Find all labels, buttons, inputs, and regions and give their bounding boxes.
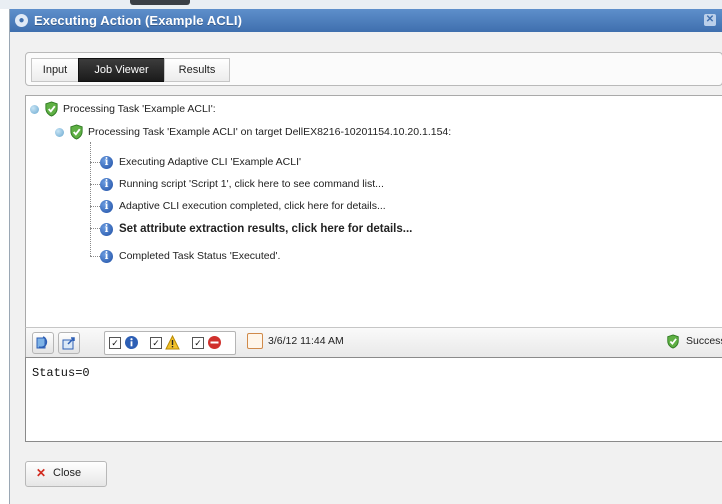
tree-connector [90,206,100,207]
info-icon: i [100,222,113,236]
message-text: Completed Task Status 'Executed'. [119,250,281,262]
tab-input[interactable]: Input [31,58,79,82]
close-icon[interactable]: ✕ [704,14,716,26]
message-row[interactable]: i Completed Task Status 'Executed'. [100,247,280,265]
error-filter-checkbox[interactable]: ✓ [192,337,204,349]
collapse-toggle-icon[interactable] [30,104,39,114]
info-filter-checkbox[interactable]: ✓ [109,337,121,349]
message-link-text[interactable]: Adaptive CLI execution completed, click … [119,200,386,212]
close-button[interactable]: ✕ Close [25,461,107,487]
success-shield-icon [667,334,679,349]
calendar-icon [247,333,263,349]
message-row[interactable]: i Executing Adaptive CLI 'Example ACLI' [100,153,301,171]
export-icon [62,337,75,350]
output-panel[interactable]: Status=0 [25,357,722,442]
tree-root-item[interactable]: Processing Task 'Example ACLI': [30,100,216,118]
success-shield-icon [45,101,58,117]
collapse-toggle-icon[interactable] [55,127,64,137]
error-icon [208,336,221,349]
message-text: Executing Adaptive CLI 'Example ACLI' [119,156,302,168]
close-button-label: Close [53,467,82,479]
tree-child-item[interactable]: Processing Task 'Example ACLI' on target… [55,123,451,141]
tab-results[interactable]: Results [164,58,230,82]
tree-connector [90,256,100,257]
background-tab [130,0,190,5]
job-timestamp: 3/6/12 11:44 AM [268,335,344,347]
background-strip [0,0,722,9]
warning-filter-checkbox[interactable]: ✓ [150,337,162,349]
output-text: Status=0 [32,366,90,380]
refresh-button[interactable] [32,332,54,354]
tab-job-viewer[interactable]: Job Viewer [78,58,165,82]
viewer-toolbar: ✓ ✓ ✓ 3/6/12 11:44 AM Success [25,327,722,359]
message-row[interactable]: i Running script 'Script 1', click here … [100,175,384,193]
tree-connector [90,228,100,229]
info-icon: i [100,177,113,191]
executing-action-dialog: ● Executing Action (Example ACLI) ✕ Inpu… [9,9,722,504]
tree-connector [90,184,100,185]
refresh-icon [36,336,48,349]
tree-connector [90,142,91,256]
info-icon [125,336,138,349]
info-icon: i [100,199,113,213]
title-bar[interactable]: ● Executing Action (Example ACLI) ✕ [10,9,722,32]
message-row[interactable]: i Adaptive CLI execution completed, clic… [100,197,386,215]
message-row-selected[interactable]: i Set attribute extraction results, clic… [100,220,412,238]
info-icon: i [100,249,113,263]
window-title: Executing Action (Example ACLI) [34,13,242,28]
job-status: Success [686,335,722,347]
message-filter-group: ✓ ✓ ✓ [104,331,236,355]
message-link-text[interactable]: Set attribute extraction results, click … [119,223,412,235]
warning-icon [165,335,180,350]
tab-bar: Input Job Viewer Results [25,52,722,86]
message-link-text[interactable]: Running script 'Script 1', click here to… [119,178,384,190]
app-icon: ● [15,14,28,27]
info-icon: i [100,155,113,169]
tree-root-label: Processing Task 'Example ACLI': [63,103,216,115]
job-tree-panel: Processing Task 'Example ACLI': Processi… [25,95,722,329]
tree-child-label: Processing Task 'Example ACLI' on target… [88,126,452,138]
close-x-icon: ✕ [36,466,47,480]
success-shield-icon [70,124,83,140]
export-button[interactable] [58,332,80,354]
tree-connector [90,162,100,163]
